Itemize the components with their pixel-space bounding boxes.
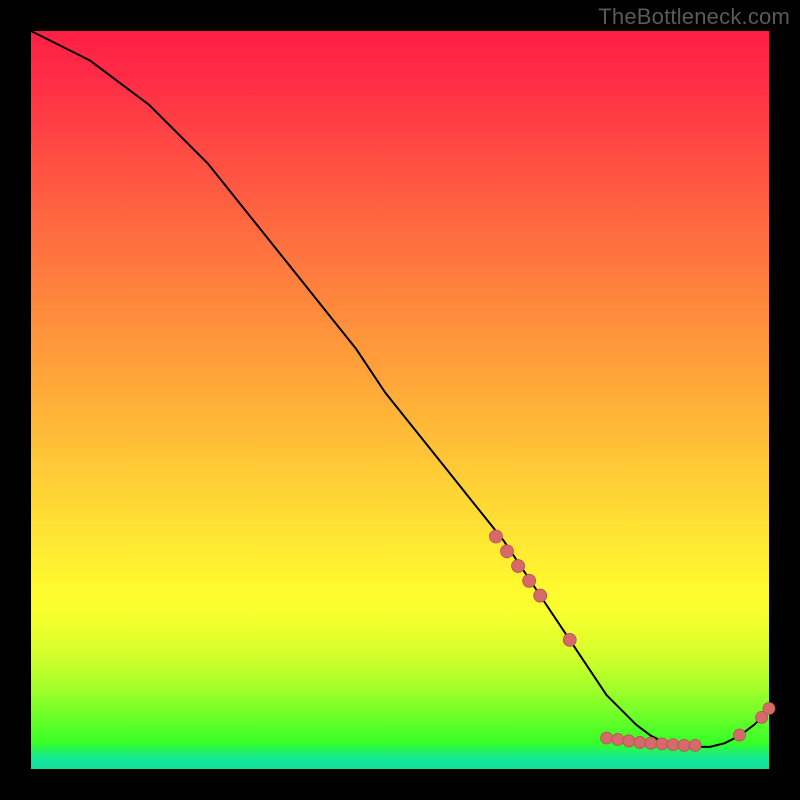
watermark-text: TheBottleneck.com xyxy=(598,4,790,30)
curve-marker xyxy=(489,530,502,543)
bottleneck-curve xyxy=(31,31,769,747)
curve-marker xyxy=(601,732,613,744)
curve-marker xyxy=(634,736,646,748)
curve-marker xyxy=(689,739,701,751)
curve-marker xyxy=(534,589,547,602)
curve-marker xyxy=(501,545,514,558)
curve-marker xyxy=(623,735,635,747)
curve-marker xyxy=(612,733,624,745)
curve-marker xyxy=(667,739,679,751)
curve-marker xyxy=(763,702,775,714)
chart-frame: TheBottleneck.com xyxy=(0,0,800,800)
chart-svg xyxy=(31,31,769,769)
curve-marker xyxy=(512,560,525,573)
curve-markers xyxy=(489,530,775,751)
plot-area xyxy=(31,31,769,769)
curve-marker xyxy=(563,633,576,646)
curve-marker xyxy=(733,729,745,741)
curve-marker xyxy=(523,574,536,587)
curve-marker xyxy=(656,738,668,750)
curve-marker xyxy=(645,737,657,749)
curve-marker xyxy=(678,739,690,751)
